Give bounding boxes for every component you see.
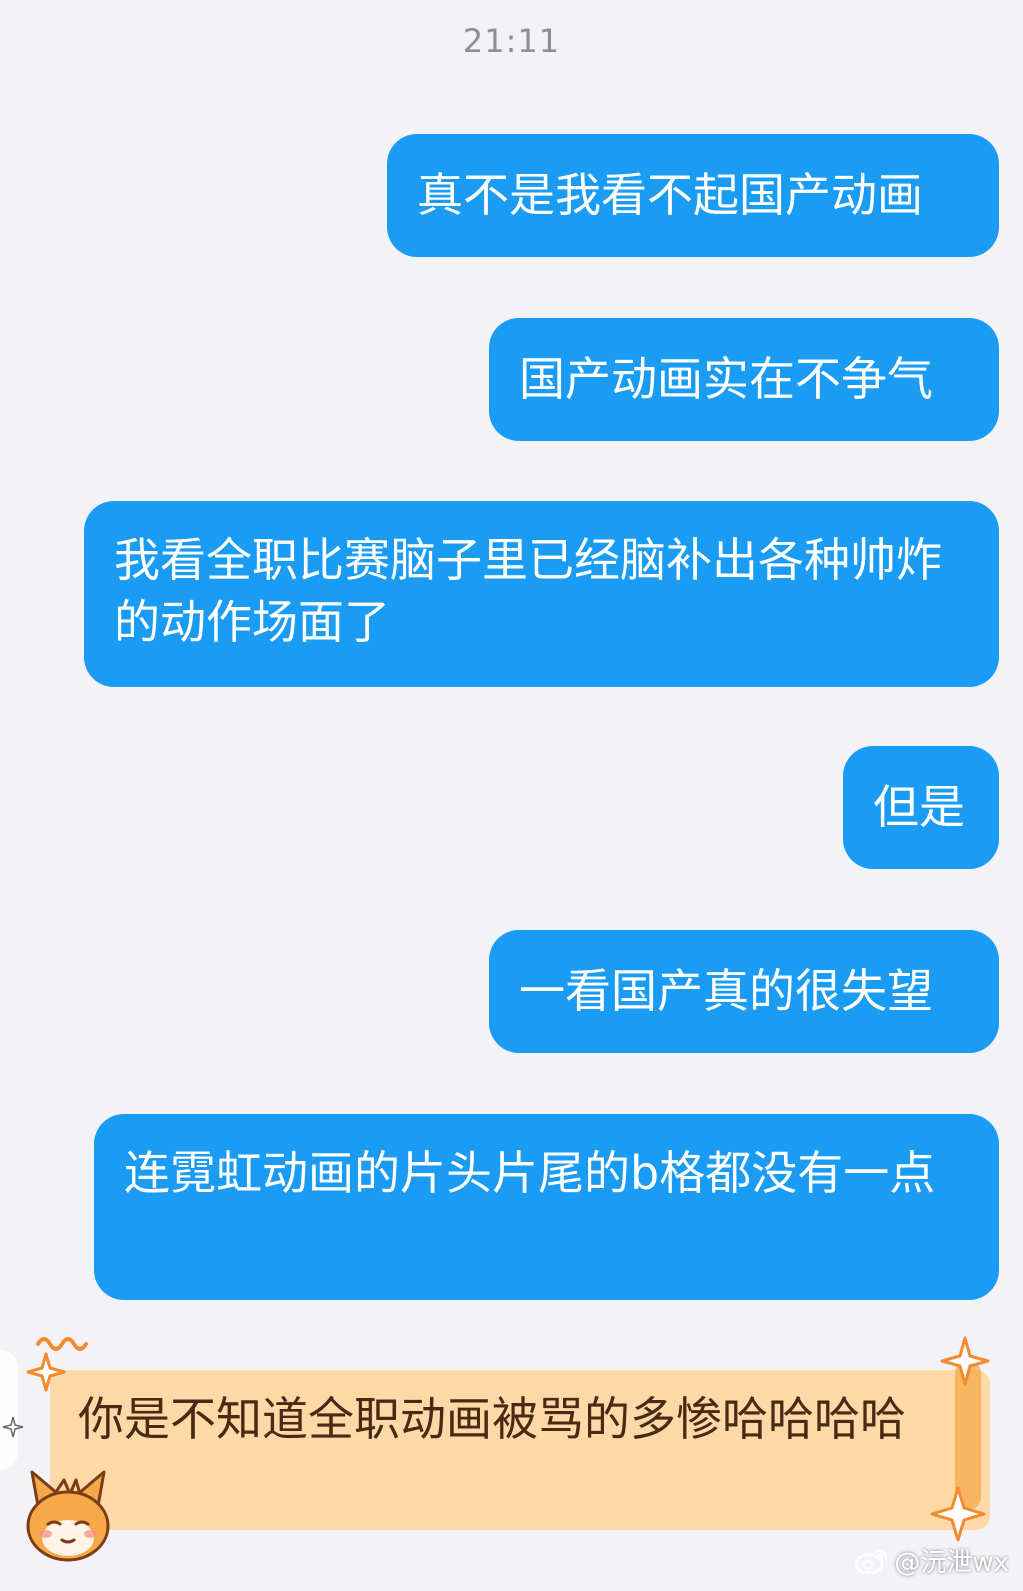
sent-message-bubble[interactable]: 连霓虹动画的片头片尾的b格都没有一点 — [94, 1114, 999, 1300]
sent-message-bubble[interactable]: 我看全职比赛脑子里已经脑补出各种帅炸的动作场面了 — [84, 501, 999, 687]
chat-screen: { "chat": { "timestamp": "21:11", "messa… — [0, 0, 1023, 1591]
message-text: 真不是我看不起国产动画 — [417, 168, 923, 222]
sent-message-bubble[interactable]: 国产动画实在不争气 — [489, 318, 999, 441]
sent-message-bubble[interactable]: 但是 — [843, 746, 999, 869]
message-text: 国产动画实在不争气 — [519, 352, 933, 406]
message-text: 连霓虹动画的片头片尾的b格都没有一点 — [124, 1146, 936, 1200]
reply-card[interactable]: 你是不知道全职动画被骂的多惨哈哈哈哈 — [50, 1370, 990, 1530]
message-text: 一看国产真的很失望 — [519, 964, 933, 1018]
sparkle-icon — [930, 1486, 986, 1542]
message-text: 我看全职比赛脑子里已经脑补出各种帅炸的动作场面了 — [114, 533, 942, 649]
fox-sticker-icon — [26, 1470, 110, 1562]
watermark: @沅泄wx — [854, 1542, 1009, 1579]
sparkle-icon — [26, 1352, 66, 1392]
weibo-icon — [855, 1549, 888, 1574]
squiggle-icon — [36, 1337, 88, 1351]
message-text: 但是 — [873, 780, 965, 834]
sparkle-icon — [940, 1336, 990, 1386]
watermark-text: @沅泄wx — [894, 1548, 1009, 1578]
reply-card-text: 你是不知道全职动画被骂的多惨哈哈哈哈 — [78, 1392, 906, 1446]
sent-message-bubble[interactable]: 真不是我看不起国产动画 — [387, 134, 999, 257]
sent-message-bubble[interactable]: 一看国产真的很失望 — [489, 930, 999, 1053]
message-timestamp: 21:11 — [462, 22, 561, 60]
sparkle-icon — [2, 1416, 24, 1438]
sticker-fragment — [0, 1350, 18, 1470]
